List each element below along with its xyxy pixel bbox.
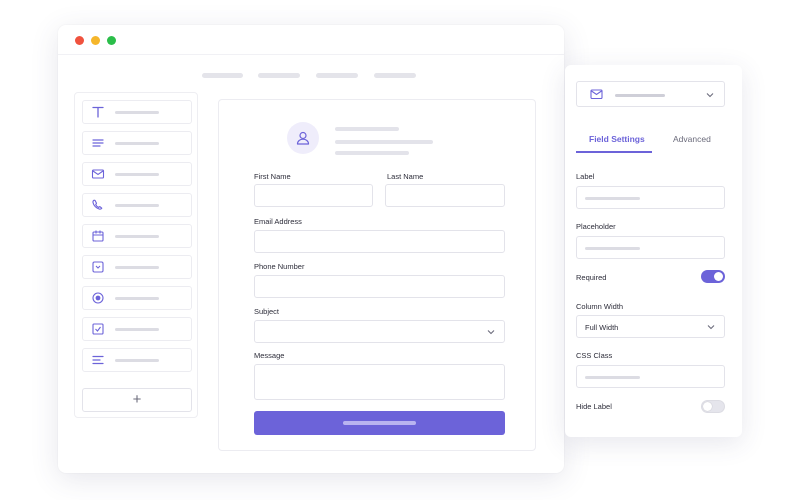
paragraph-lines-icon [92, 139, 104, 147]
palette-item-label [115, 359, 159, 362]
field-type-select[interactable] [576, 81, 725, 107]
checkbox-icon [92, 323, 104, 335]
submit-button[interactable] [254, 411, 505, 435]
form-description-placeholder [335, 140, 433, 144]
user-icon [296, 131, 310, 145]
palette-item-label [115, 204, 159, 207]
form-description-placeholder [335, 151, 409, 155]
active-tab-indicator [576, 151, 652, 153]
input-placeholder [585, 197, 640, 200]
placeholder-input[interactable] [576, 236, 725, 259]
builder-window: + First Name Last Name Email Address Pho… [58, 25, 564, 473]
add-element-button[interactable]: + [82, 388, 192, 412]
palette-item-label [115, 173, 159, 176]
envelope-icon [590, 89, 603, 100]
field-settings-panel: Field Settings Advanced Label Placeholde… [565, 65, 742, 437]
minimize-window-button[interactable] [91, 36, 100, 45]
palette-item-checkbox[interactable] [82, 317, 192, 341]
element-palette: + [74, 92, 198, 418]
palette-item-label [115, 266, 159, 269]
palette-item-textarea[interactable] [82, 348, 192, 372]
required-label: Required [576, 273, 607, 282]
css-class-label: CSS Class [576, 351, 613, 360]
required-toggle[interactable] [701, 270, 725, 283]
palette-item-date[interactable] [82, 224, 192, 248]
palette-item-phone[interactable] [82, 193, 192, 217]
form-title-placeholder [335, 127, 399, 131]
palette-item-text[interactable] [82, 100, 192, 124]
last-name-label: Last Name [387, 172, 424, 181]
last-name-input[interactable] [385, 184, 505, 207]
input-placeholder [585, 376, 640, 379]
tab-advanced[interactable]: Advanced [673, 134, 711, 144]
nav-tab-placeholder[interactable] [202, 73, 243, 78]
hide-label-toggle[interactable] [701, 400, 725, 413]
calendar-icon [92, 230, 104, 242]
envelope-icon [91, 169, 105, 179]
close-window-button[interactable] [75, 36, 84, 45]
message-label: Message [254, 351, 285, 360]
column-width-select[interactable]: Full Width [576, 315, 725, 338]
hide-label-label: Hide Label [576, 402, 612, 411]
tab-field-settings[interactable]: Field Settings [589, 134, 645, 144]
first-name-input[interactable] [254, 184, 373, 207]
palette-item-label [115, 142, 159, 145]
phone-input[interactable] [254, 275, 505, 298]
label-input[interactable] [576, 186, 725, 209]
chevron-down-icon [706, 93, 714, 98]
chevron-down-icon [707, 325, 715, 330]
dropdown-box-icon [92, 261, 104, 273]
submit-label-placeholder [343, 421, 416, 425]
email-label: Email Address [254, 217, 302, 226]
first-name-label: First Name [254, 172, 291, 181]
palette-item-dropdown[interactable] [82, 255, 192, 279]
window-titlebar [58, 25, 564, 55]
nav-tab-placeholder[interactable] [374, 73, 416, 78]
palette-item-label [115, 328, 159, 331]
palette-item-label [115, 111, 159, 114]
palette-item-radio[interactable] [82, 286, 192, 310]
avatar [287, 122, 319, 154]
chevron-down-icon [487, 330, 495, 335]
toggle-knob [703, 402, 712, 411]
nav-tab-placeholder[interactable] [258, 73, 300, 78]
subject-label: Subject [254, 307, 280, 316]
palette-item-label [115, 235, 159, 238]
toggle-knob [714, 272, 723, 281]
radio-icon [92, 292, 104, 304]
form-canvas: First Name Last Name Email Address Phone… [218, 99, 536, 451]
maximize-window-button[interactable] [107, 36, 116, 45]
phone-icon [92, 199, 103, 210]
palette-item-email[interactable] [82, 162, 192, 186]
field-type-placeholder [615, 94, 665, 97]
phone-label: Phone Number [254, 262, 305, 271]
palette-item-label [115, 297, 159, 300]
column-width-value: Full Width [585, 323, 619, 332]
label-field-label: Label [576, 172, 595, 181]
palette-item-paragraph[interactable] [82, 131, 192, 155]
column-width-label: Column Width [576, 302, 624, 311]
nav-tab-placeholder[interactable] [316, 73, 358, 78]
css-class-input[interactable] [576, 365, 725, 388]
subject-select[interactable] [254, 320, 505, 343]
input-placeholder [585, 247, 640, 250]
align-lines-icon [92, 355, 104, 365]
email-input[interactable] [254, 230, 505, 253]
message-textarea[interactable] [254, 364, 505, 400]
placeholder-field-label: Placeholder [576, 222, 616, 231]
text-t-icon [92, 106, 104, 118]
